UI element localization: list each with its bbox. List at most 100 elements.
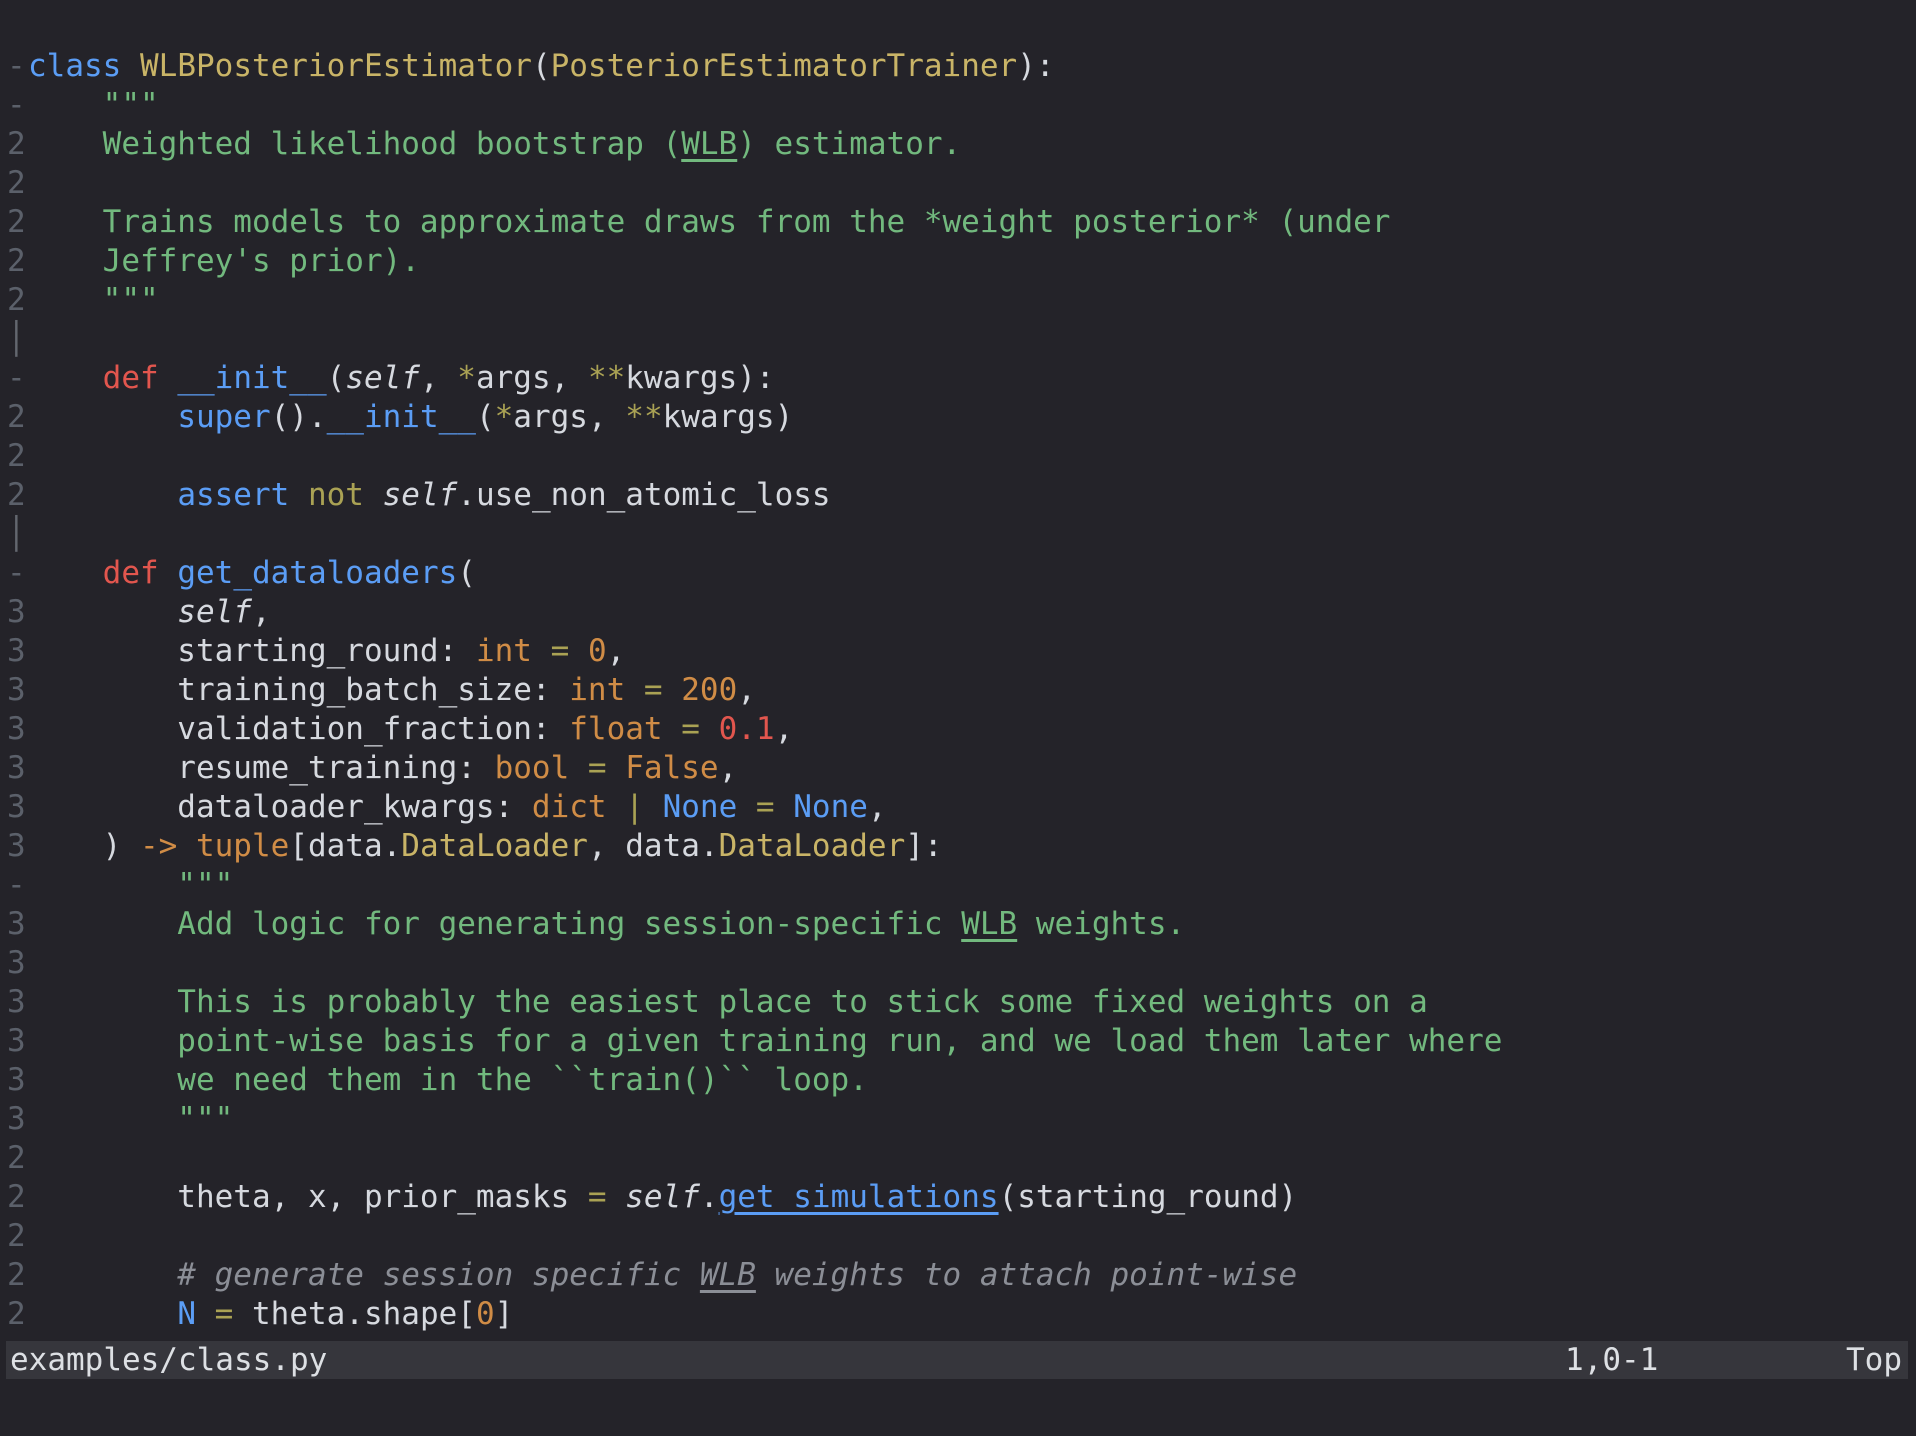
code-text: """ [28,866,233,905]
gutter-fold-level[interactable]: 2 [7,281,28,320]
code-line[interactable]: - def __init__(self, *args, **kwargs): [0,359,1916,398]
code-line[interactable]: 3 point-wise basis for a given training … [0,1022,1916,1061]
gutter-fold-level[interactable]: 3 [7,1061,28,1100]
token: we need them in the ``train()`` loop. [28,1062,868,1098]
token: not [308,477,364,513]
gutter-fold-level[interactable]: 2 [7,1295,28,1334]
gutter-fold-open-icon[interactable]: - [7,47,28,86]
code-line[interactable]: 2 Jeffrey's prior). [0,242,1916,281]
token: ]: [905,828,942,864]
code-line[interactable]: 2 Weighted likelihood bootstrap (WLB) es… [0,125,1916,164]
token: None [793,789,868,825]
token: get_dataloaders [177,555,457,591]
token [607,750,626,786]
token: weights. [1017,906,1185,942]
code-line[interactable]: 3 validation_fraction: float = 0.1, [0,710,1916,749]
code-line[interactable]: 3 This is probably the easiest place to … [0,983,1916,1022]
gutter-fold-level[interactable]: 2 [7,1217,28,1256]
gutter-fold-level[interactable]: 3 [7,710,28,749]
code-line[interactable]: 2 """ [0,281,1916,320]
token: Trains models to approximate draws from … [28,204,1390,240]
gutter-fold-open-icon[interactable]: - [7,86,28,125]
token: , [868,789,887,825]
gutter-fold-level[interactable]: 2 [7,203,28,242]
code-line[interactable]: 3 we need them in the ``train()`` loop. [0,1061,1916,1100]
gutter-fold-level[interactable]: 2 [7,476,28,515]
code-text: theta, x, prior_masks = self.get_simulat… [28,1178,1297,1217]
token: [data. [289,828,401,864]
code-editor[interactable]: -class WLBPosteriorEstimator(PosteriorEs… [0,0,1916,1334]
code-text: """ [28,281,159,320]
token: Add logic for generating session-specifi… [28,906,961,942]
code-line[interactable]: 2 Trains models to approximate draws fro… [0,203,1916,242]
code-line[interactable]: 2 assert not self.use_non_atomic_loss [0,476,1916,515]
gutter-fold-level[interactable]: 2 [7,125,28,164]
token: | [625,789,644,825]
token: dataloader_kwargs: [28,789,532,825]
token: None [663,789,738,825]
code-line[interactable]: 2 [0,437,1916,476]
token [607,789,626,825]
gutter-fold-level[interactable]: 2 [7,164,28,203]
gutter-fold-level[interactable]: 2 [7,1139,28,1178]
gutter-fold-level[interactable]: 2 [7,1178,28,1217]
gutter-fold-level[interactable]: 2 [7,242,28,281]
token: ) estimator. [737,126,961,162]
gutter-fold-level[interactable]: 3 [7,827,28,866]
code-line[interactable]: 3 training_batch_size: int = 200, [0,671,1916,710]
gutter-fold-level[interactable]: 3 [7,1022,28,1061]
code-line[interactable]: 2 N = theta.shape[0] [0,1295,1916,1334]
gutter-fold-pipe[interactable]: │ [7,320,28,359]
token: DataLoader [401,828,588,864]
code-line[interactable]: 3 dataloader_kwargs: dict | None = None, [0,788,1916,827]
gutter-fold-level[interactable]: 3 [7,749,28,788]
token: int [569,672,625,708]
token: = [588,1179,607,1215]
code-line[interactable]: 3 resume_training: bool = False, [0,749,1916,788]
gutter-fold-level[interactable]: 3 [7,671,28,710]
code-text: def __init__(self, *args, **kwargs): [28,359,775,398]
gutter-fold-open-icon[interactable]: - [7,359,28,398]
code-line[interactable]: 3 self, [0,593,1916,632]
code-line[interactable]: 3 """ [0,1100,1916,1139]
gutter-fold-level[interactable]: 3 [7,593,28,632]
gutter-fold-level[interactable]: 3 [7,944,28,983]
token: ] [495,1296,514,1332]
token: = [644,672,663,708]
code-line[interactable]: 2 [0,164,1916,203]
token: # generate session specific [28,1257,700,1293]
code-line[interactable]: 3 starting_round: int = 0, [0,632,1916,671]
code-text: Trains models to approximate draws from … [28,203,1390,242]
code-line[interactable]: │ [0,515,1916,554]
gutter-fold-level[interactable]: 2 [7,1256,28,1295]
code-line[interactable]: - def get_dataloaders( [0,554,1916,593]
code-line[interactable]: 2 [0,1139,1916,1178]
code-line[interactable]: │ [0,320,1916,359]
code-line[interactable]: 3 ) -> tuple[data.DataLoader, data.DataL… [0,827,1916,866]
gutter-fold-level[interactable]: 2 [7,398,28,437]
code-line[interactable]: 2 # generate session specific WLB weight… [0,1256,1916,1295]
gutter-fold-open-icon[interactable]: - [7,866,28,905]
code-line[interactable]: - """ [0,86,1916,125]
code-line[interactable]: 2 [0,1217,1916,1256]
code-line[interactable]: 2 theta, x, prior_masks = self.get_simul… [0,1178,1916,1217]
code-line[interactable]: -class WLBPosteriorEstimator(PosteriorEs… [0,47,1916,86]
code-line[interactable]: 3 Add logic for generating session-speci… [0,905,1916,944]
token: resume_training: [28,750,495,786]
gutter-fold-open-icon[interactable]: - [7,554,28,593]
status-filename: examples/class.py [10,1341,327,1380]
gutter-fold-pipe[interactable]: │ [7,515,28,554]
token: (starting_round) [999,1179,1298,1215]
token: WLB [700,1257,756,1293]
gutter-fold-level[interactable]: 3 [7,1100,28,1139]
code-line[interactable]: 3 [0,944,1916,983]
gutter-fold-level[interactable]: 3 [7,788,28,827]
token: This is probably the easiest place to st… [28,984,1428,1020]
gutter-fold-level[interactable]: 3 [7,632,28,671]
code-line[interactable]: 2 super().__init__(*args, **kwargs) [0,398,1916,437]
code-line[interactable]: - """ [0,866,1916,905]
gutter-fold-level[interactable]: 3 [7,983,28,1022]
gutter-fold-level[interactable]: 2 [7,437,28,476]
gutter-fold-level[interactable]: 3 [7,905,28,944]
token: WLBPosteriorEstimator [140,48,532,84]
